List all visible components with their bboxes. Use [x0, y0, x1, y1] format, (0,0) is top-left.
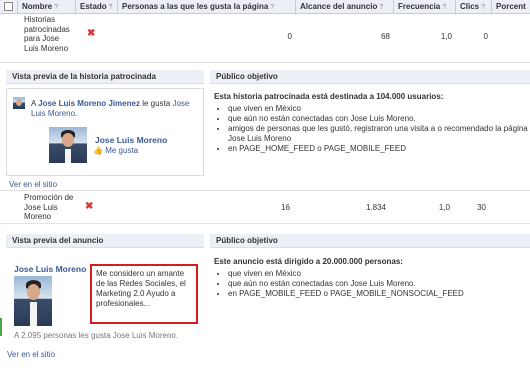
audience-title: Público objetivo — [210, 234, 530, 248]
ad-image[interactable] — [14, 276, 52, 326]
story-user-link[interactable]: Jose Luis Moreno Jimenez — [38, 99, 140, 108]
audience-list: que viven en México que aún no están con… — [216, 269, 528, 299]
delete-icon[interactable]: ✖ — [87, 28, 95, 39]
select-all-checkbox[interactable] — [4, 2, 13, 11]
audience-list: que viven en México que aún no están con… — [216, 104, 528, 154]
col-header-reach[interactable]: Alcance del anuncio? — [296, 0, 394, 13]
row-reach: 1.834 — [365, 203, 386, 212]
row-name[interactable]: Promoción de Jose Luis Moreno — [24, 193, 76, 222]
audience-summary: Esta historia patrocinada está destinada… — [214, 92, 444, 101]
table-row[interactable]: Historias patrocinadas para Jose Luis Mo… — [0, 14, 530, 63]
avatar — [13, 97, 25, 109]
audience-item: que viven en México — [228, 104, 528, 114]
audience-item: en PAGE_HOME_FEED o PAGE_MOBILE_FEED — [228, 144, 528, 154]
row-frequency: 1,0 — [440, 32, 452, 41]
ad-title-link[interactable]: Jose Luis Moreno — [14, 264, 86, 274]
row-clicks: 0 — [483, 32, 488, 41]
page-name-link[interactable]: Jose Luis Moreno — [95, 135, 167, 145]
accent-bar — [0, 318, 2, 336]
audience-item: que viven en México — [228, 269, 528, 279]
col-header-status[interactable]: Estado? — [76, 0, 118, 13]
help-icon[interactable]: ? — [481, 4, 485, 11]
story-preview-card: A Jose Luis Moreno Jimenez le gusta Jose… — [6, 88, 204, 176]
view-on-site-link[interactable]: Ver en el sitio — [7, 350, 55, 359]
ad-preview-title: Vista previa del anuncio — [6, 234, 204, 248]
story-text: A Jose Luis Moreno Jimenez le gusta Jose… — [31, 99, 190, 118]
audience-item: que aún no están conectadas con Jose Lui… — [228, 114, 528, 124]
view-on-site-link[interactable]: Ver en el sitio — [9, 180, 57, 189]
row-reach: 68 — [381, 32, 390, 41]
row-frequency: 1,0 — [438, 203, 450, 212]
help-icon[interactable]: ? — [379, 4, 383, 11]
thumbs-up-icon: 👍 — [93, 146, 103, 155]
audience-item: amigos de personas que les gustó, regist… — [228, 124, 528, 144]
col-header-percent[interactable]: Porcent — [492, 0, 530, 13]
story-preview-title: Vista previa de la historia patrocinada — [6, 70, 204, 84]
help-icon[interactable]: ? — [270, 4, 274, 11]
table-header: Nombre? Estado? Personas a las que les g… — [0, 0, 530, 14]
col-header-name[interactable]: Nombre? — [18, 0, 76, 13]
col-header-likes[interactable]: Personas a las que les gusta la página? — [118, 0, 296, 13]
help-icon[interactable]: ? — [109, 4, 113, 11]
delete-icon[interactable]: ✖ — [85, 201, 93, 212]
row-likes: 16 — [281, 203, 290, 212]
ad-body-text: Me considero un amante de las Redes Soci… — [90, 264, 198, 324]
row-clicks: 30 — [477, 203, 486, 212]
ad-preview-card: Jose Luis Moreno Me considero un amante … — [6, 254, 202, 346]
audience-item: en PAGE_MOBILE_FEED o PAGE_MOBILE_NONSOC… — [228, 289, 528, 299]
ad-social-context: A 2.095 personas les gusta Jose Luis Mor… — [14, 331, 179, 340]
row-likes: 0 — [287, 32, 292, 41]
profile-photo — [49, 127, 87, 163]
row-name[interactable]: Historias patrocinadas para Jose Luis Mo… — [24, 15, 76, 53]
audience-title: Público objetivo — [210, 70, 530, 84]
audience-item: que aún no están conectadas con Jose Lui… — [228, 279, 528, 289]
like-button[interactable]: 👍 Me gusta — [93, 146, 138, 155]
col-header-frequency[interactable]: Frecuencia? — [394, 0, 456, 13]
table-row[interactable]: Promoción de Jose Luis Moreno ✖ 16 1.834… — [0, 190, 530, 224]
col-header-clicks[interactable]: Clics? — [456, 0, 492, 13]
help-icon[interactable]: ? — [442, 4, 446, 11]
help-icon[interactable]: ? — [54, 4, 58, 11]
audience-summary: Este anuncio está dirigido a 20.000.000 … — [214, 257, 403, 266]
select-all-checkbox-cell[interactable] — [0, 0, 18, 13]
